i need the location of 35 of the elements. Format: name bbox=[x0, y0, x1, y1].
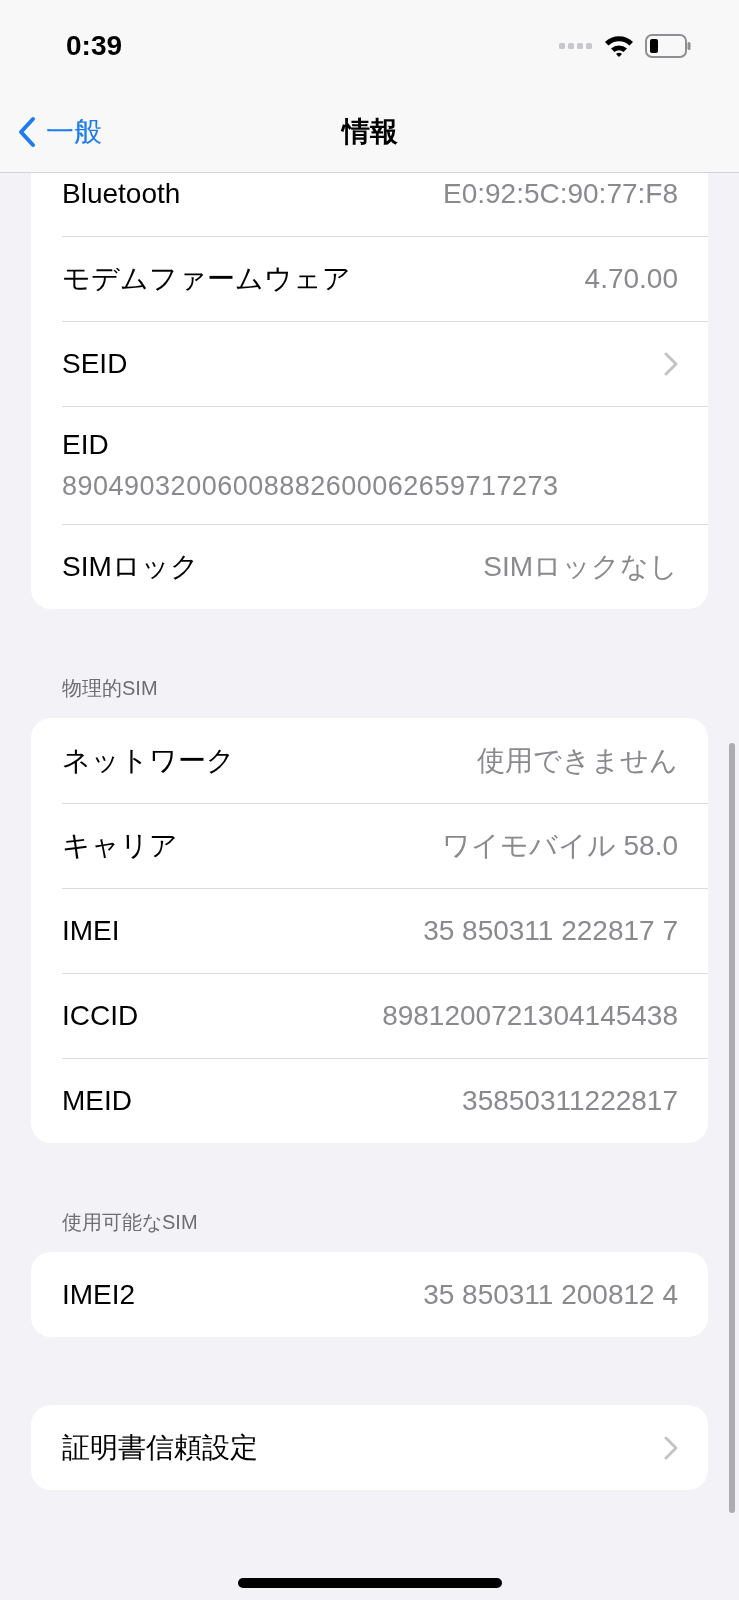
row-label: モデムファームウェア bbox=[62, 262, 351, 296]
row-value: 35 850311 200812 4 bbox=[423, 1278, 678, 1311]
row-label: 証明書信頼設定 bbox=[62, 1430, 258, 1465]
back-button[interactable]: 一般 bbox=[14, 109, 106, 155]
wifi-icon bbox=[603, 34, 635, 58]
status-time: 0:39 bbox=[66, 30, 123, 62]
row-label: キャリア bbox=[62, 829, 178, 863]
row-value: 35 850311 222817 7 bbox=[423, 915, 678, 947]
row-label: IMEI2 bbox=[62, 1278, 136, 1311]
chevron-icon bbox=[664, 1435, 678, 1460]
signal-icon bbox=[559, 42, 593, 50]
link-row[interactable]: SEID bbox=[62, 321, 708, 406]
row-label: Bluetooth bbox=[62, 177, 181, 210]
battery-icon bbox=[645, 34, 691, 58]
row-label: SIMロック bbox=[62, 550, 199, 584]
row-label: MEID bbox=[62, 1085, 132, 1117]
row-value: E0:92:5C:90:77:F8 bbox=[442, 177, 678, 210]
row-value: SIMロックなし bbox=[483, 550, 678, 584]
row-label: EID bbox=[62, 429, 109, 461]
chevron-icon bbox=[664, 352, 678, 376]
row-value: 4.70.00 bbox=[584, 263, 678, 295]
row-value: 使用できません bbox=[477, 743, 678, 778]
row-value: 89049032006008882600062659717273 bbox=[62, 471, 559, 502]
row-label: ネットワーク bbox=[62, 743, 235, 778]
back-chevron-icon bbox=[18, 116, 36, 148]
row-label: SEID bbox=[62, 348, 128, 380]
page-title: 情報 bbox=[341, 115, 398, 149]
row-value: 35850311222817 bbox=[462, 1085, 678, 1117]
section-header: 使用可能なSIM bbox=[61, 1210, 199, 1235]
row-label: ICCID bbox=[62, 1000, 139, 1032]
row-value: 8981200721304145438 bbox=[382, 1000, 678, 1032]
link-row[interactable]: 証明書信頼設定 bbox=[62, 1405, 708, 1490]
section-header: 物理的SIM bbox=[61, 676, 159, 701]
row-label: IMEI bbox=[62, 915, 120, 947]
row-value: ワイモバイル 58.0 bbox=[441, 829, 678, 863]
